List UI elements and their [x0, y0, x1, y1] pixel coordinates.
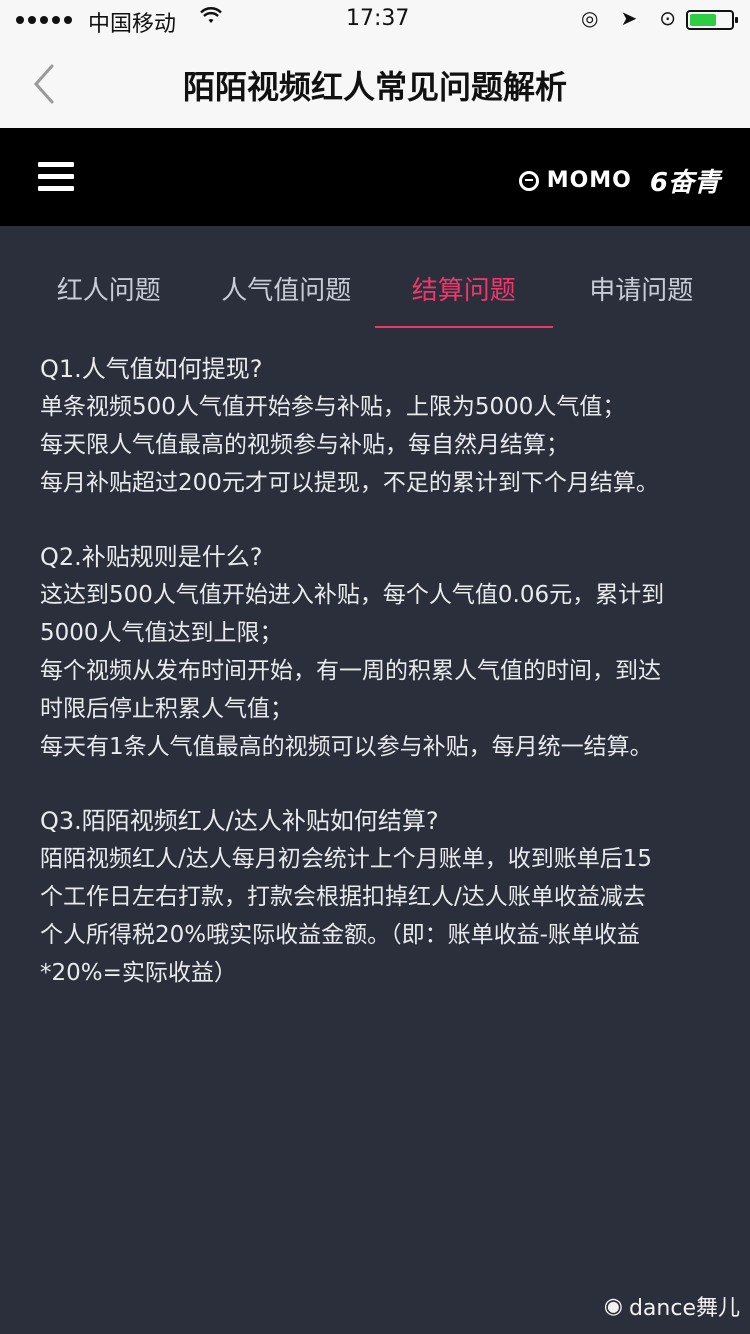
- answer-line: 每月补贴超过200元才可以提现，不足的累计到下个月结算。: [40, 470, 659, 496]
- app-bar: MOMO 6奋青: [0, 128, 750, 226]
- fenqing-logo-text: 奋青: [667, 168, 720, 198]
- question-text: Q3.陌陌视频红人/达人补贴如何结算?: [40, 807, 439, 835]
- fenqing-logo: 6奋青: [649, 168, 720, 198]
- tab-influencer[interactable]: 红人问题: [20, 260, 198, 328]
- faq-item: Q2.补贴规则是什么? 这达到500人气值开始进入补贴，每个人气值0.06元，累…: [40, 538, 720, 766]
- watermark: ◉ dance舞儿: [604, 1290, 740, 1322]
- brand-logos: MOMO 6奋青: [518, 162, 720, 199]
- momo-logo-text: MOMO: [546, 168, 632, 193]
- question-text: Q1.人气值如何提现?: [40, 355, 263, 383]
- answer-line: 5000人气值达到上限；: [40, 620, 283, 646]
- answer-line: 每个视频从发布时间开始，有一周的积累人气值的时间，到达: [40, 658, 661, 684]
- answer-line: 个工作日左右打款，打款会根据扣掉红人/达人账单收益减去: [40, 884, 646, 910]
- faq-content: Q1.人气值如何提现? 单条视频500人气值开始参与补贴，上限为5000人气值；…: [40, 350, 720, 1028]
- tab-settlement[interactable]: 结算问题: [375, 260, 553, 328]
- status-bar: 中国移动 17:37 ◎ ➤ ⊙: [0, 0, 750, 40]
- answer-line: *20%=实际收益）: [40, 960, 237, 986]
- rotation-lock-icon: ◎: [581, 6, 599, 30]
- tab-bar: 红人问题 人气值问题 结算问题 申请问题: [20, 260, 730, 328]
- nav-header: 陌陌视频红人常见问题解析: [0, 40, 750, 128]
- tab-application[interactable]: 申请问题: [553, 260, 731, 328]
- watermark-text: dance舞儿: [628, 1296, 740, 1321]
- top-header: 中国移动 17:37 ◎ ➤ ⊙ 陌陌视频红人常见问题解析: [0, 0, 750, 128]
- answer-line: 陌陌视频红人/达人每月初会统计上个月账单，收到账单后15: [40, 846, 653, 872]
- battery-icon: [686, 10, 738, 30]
- answer-line: 时限后停止积累人气值；: [40, 696, 293, 722]
- momo-logo: MOMO: [518, 168, 632, 193]
- clock: 17:37: [346, 6, 410, 31]
- faq-item: Q1.人气值如何提现? 单条视频500人气值开始参与补贴，上限为5000人气值；…: [40, 350, 720, 502]
- page-title: 陌陌视频红人常见问题解析: [182, 68, 567, 106]
- question-text: Q2.补贴规则是什么?: [40, 543, 263, 571]
- location-icon: ➤: [620, 6, 638, 30]
- tab-popularity[interactable]: 人气值问题: [198, 260, 376, 328]
- answer-line: 这达到500人气值开始进入补贴，每个人气值0.06元，累计到: [40, 582, 665, 608]
- answer-line: 每天有1条人气值最高的视频可以参与补贴，每月统一结算。: [40, 734, 653, 760]
- answer-line: 个人所得税20%哦实际收益金额。（即：账单收益-账单收益: [40, 922, 640, 948]
- carrier-label: 中国移动: [88, 12, 177, 37]
- alarm-icon: ⊙: [659, 6, 676, 30]
- faq-item: Q3.陌陌视频红人/达人补贴如何结算? 陌陌视频红人/达人每月初会统计上个月账单…: [40, 802, 720, 992]
- menu-icon[interactable]: [38, 162, 74, 192]
- signal-icon: [16, 16, 72, 24]
- wifi-icon: [200, 6, 222, 30]
- momo-icon: [518, 170, 539, 191]
- answer-line: 单条视频500人气值开始参与补贴，上限为5000人气值；: [40, 394, 626, 420]
- answer-line: 每天限人气值最高的视频参与补贴，每自然月结算；: [40, 432, 569, 458]
- weibo-icon: ◉: [603, 1293, 623, 1319]
